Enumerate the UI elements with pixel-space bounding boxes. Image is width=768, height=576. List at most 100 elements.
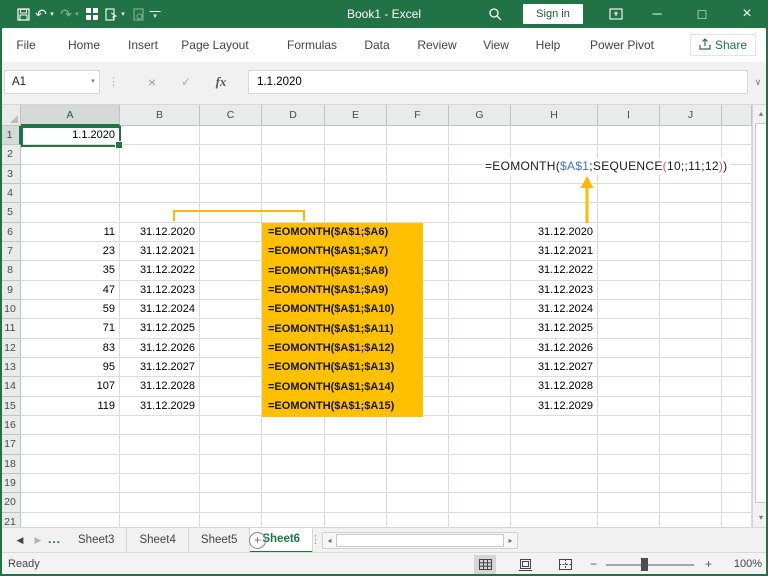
column-header-G[interactable]: G [449, 105, 511, 126]
cell-G19[interactable] [449, 473, 511, 494]
cell-C10[interactable] [200, 299, 262, 320]
cell-F18[interactable] [387, 454, 449, 474]
cell-C13[interactable] [200, 357, 262, 378]
cell-H15[interactable]: 31.12.2029 [511, 396, 598, 416]
cell-J10[interactable] [660, 299, 722, 320]
cell-F1[interactable] [387, 126, 449, 146]
insert-function-icon[interactable]: fx [210, 70, 232, 94]
cell-G21[interactable] [449, 512, 511, 527]
cell-E1[interactable] [325, 126, 387, 146]
cell-A14[interactable]: 107 [21, 377, 120, 397]
row-header-10[interactable]: 10 [0, 299, 21, 320]
cell-C8[interactable] [200, 261, 262, 281]
cell-K5[interactable] [722, 203, 752, 223]
cell-I13[interactable] [598, 357, 660, 378]
save-icon[interactable] [14, 0, 32, 28]
cell-C4[interactable] [200, 183, 262, 204]
normal-view-icon[interactable] [474, 555, 496, 574]
cell-D2[interactable] [262, 145, 325, 165]
cell-J9[interactable] [660, 280, 722, 300]
close-button[interactable]: × [730, 0, 764, 28]
cell-D4[interactable] [262, 183, 325, 204]
cell-K13[interactable] [722, 357, 752, 378]
cell-A7[interactable]: 23 [21, 241, 120, 262]
cell-A6[interactable]: 11 [21, 222, 120, 242]
minimize-button[interactable]: ─ [640, 0, 674, 28]
ribbon-tab-home[interactable]: Home [68, 28, 100, 62]
cell-I9[interactable] [598, 280, 660, 300]
ribbon-tab-power-pivot[interactable]: Power Pivot [590, 28, 654, 62]
cell-K19[interactable] [722, 473, 752, 494]
sheet-tab-sheet4[interactable]: Sheet4 [127, 528, 189, 553]
cell-D21[interactable] [262, 512, 325, 527]
formula-input[interactable]: 1.1.2020 [248, 70, 748, 94]
cell-G15[interactable] [449, 396, 511, 416]
cell-H1[interactable] [511, 126, 598, 146]
cell-B12[interactable]: 31.12.2026 [120, 338, 200, 358]
undo-dropdown-icon[interactable]: ▾ [48, 0, 56, 28]
cell-I1[interactable] [598, 126, 660, 146]
cell-E3[interactable] [325, 164, 387, 184]
cell-F5[interactable] [387, 203, 449, 223]
cell-C2[interactable] [200, 145, 262, 165]
cell-D20[interactable] [262, 493, 325, 513]
undo-icon[interactable]: ↶ [34, 0, 48, 28]
cell-J5[interactable] [660, 203, 722, 223]
sign-in-button[interactable]: Sign in [523, 4, 583, 24]
cell-D17[interactable] [262, 435, 325, 455]
cell-J18[interactable] [660, 454, 722, 474]
cell-E2[interactable] [325, 145, 387, 165]
scroll-right-icon[interactable]: ▸ [504, 533, 517, 548]
cell-H6[interactable]: 31.12.2020 [511, 222, 598, 242]
cell-H18[interactable] [511, 454, 598, 474]
cell-J11[interactable] [660, 319, 722, 339]
sheet-overflow-icon[interactable]: ... [48, 528, 61, 553]
cell-A17[interactable] [21, 435, 120, 455]
row-header-1[interactable]: 1 [0, 126, 21, 146]
cell-K16[interactable] [722, 415, 752, 436]
column-header-I[interactable]: I [598, 105, 660, 126]
cell-B9[interactable]: 31.12.2023 [120, 280, 200, 300]
row-header-4[interactable]: 4 [0, 183, 21, 204]
cell-H17[interactable] [511, 435, 598, 455]
cell-J1[interactable] [660, 126, 722, 146]
horizontal-scrollbar[interactable]: ◂ ▸ [322, 532, 518, 549]
cell-K8[interactable] [722, 261, 752, 281]
cell-A9[interactable]: 47 [21, 280, 120, 300]
cell-C18[interactable] [200, 454, 262, 474]
cell-C3[interactable] [200, 164, 262, 184]
cell-B4[interactable] [120, 183, 200, 204]
cell-I7[interactable] [598, 241, 660, 262]
cell-J13[interactable] [660, 357, 722, 378]
cell-B8[interactable]: 31.12.2022 [120, 261, 200, 281]
cell-I8[interactable] [598, 261, 660, 281]
row-header-15[interactable]: 15 [0, 396, 21, 416]
cell-E4[interactable] [325, 183, 387, 204]
cell-D18[interactable] [262, 454, 325, 474]
cell-H10[interactable]: 31.12.2024 [511, 299, 598, 320]
share-button[interactable]: Share [689, 34, 756, 56]
cell-I19[interactable] [598, 473, 660, 494]
cell-A21[interactable] [21, 512, 120, 527]
cell-B14[interactable]: 31.12.2028 [120, 377, 200, 397]
row-header-13[interactable]: 13 [0, 357, 21, 378]
row-header-7[interactable]: 7 [0, 241, 21, 262]
cell-H13[interactable]: 31.12.2027 [511, 357, 598, 378]
cell-K12[interactable] [722, 338, 752, 358]
cell-K9[interactable] [722, 280, 752, 300]
cell-J19[interactable] [660, 473, 722, 494]
cell-B19[interactable] [120, 473, 200, 494]
cell-G18[interactable] [449, 454, 511, 474]
cell-E20[interactable] [325, 493, 387, 513]
cell-B17[interactable] [120, 435, 200, 455]
cell-J7[interactable] [660, 241, 722, 262]
cell-F17[interactable] [387, 435, 449, 455]
cell-G10[interactable] [449, 299, 511, 320]
cell-B15[interactable]: 31.12.2029 [120, 396, 200, 416]
paste-icon[interactable] [103, 0, 119, 28]
cell-J6[interactable] [660, 222, 722, 242]
cell-A18[interactable] [21, 454, 120, 474]
cell-J21[interactable] [660, 512, 722, 527]
cell-I20[interactable] [598, 493, 660, 513]
cell-A5[interactable] [21, 203, 120, 223]
